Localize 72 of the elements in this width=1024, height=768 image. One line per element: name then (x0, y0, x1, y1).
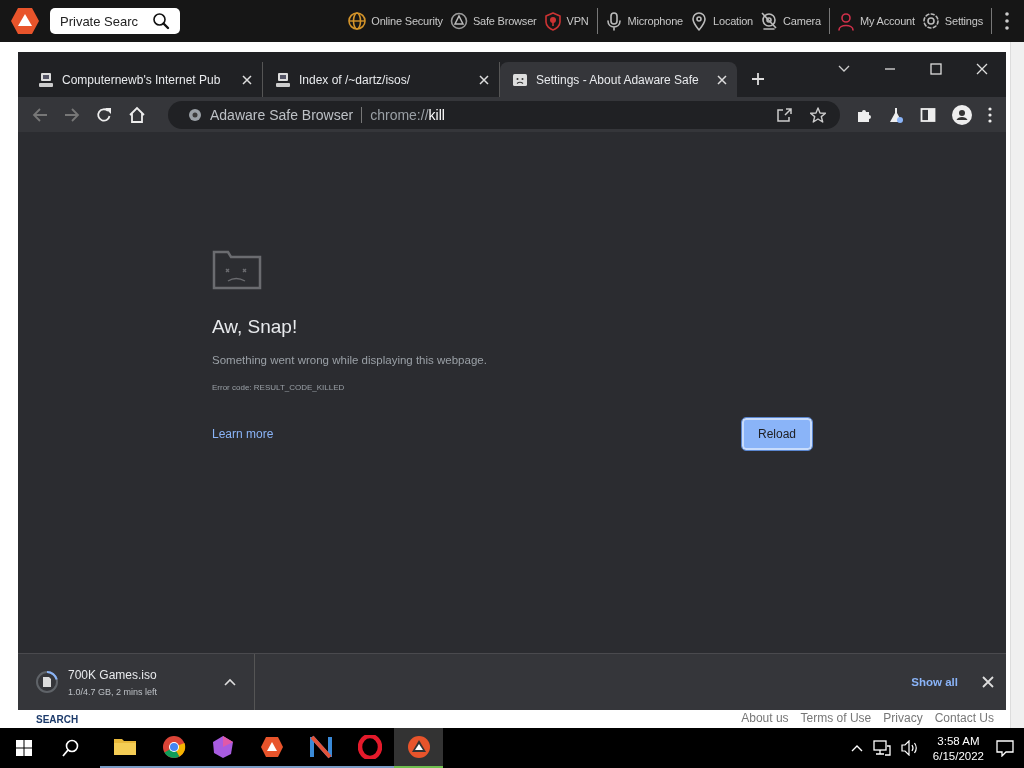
chevron-up-icon[interactable] (850, 744, 863, 752)
scrollbar[interactable] (1010, 42, 1024, 728)
close-icon[interactable] (976, 62, 988, 75)
download-status-text: 1.0/4.7 GB, 2 mins left (68, 686, 159, 697)
close-icon[interactable] (717, 74, 727, 85)
footer-link[interactable]: About us (741, 711, 789, 725)
more-icon[interactable] (988, 106, 992, 123)
site-name: Adaware Safe Browser (210, 106, 354, 123)
computer-icon (275, 71, 291, 88)
close-icon[interactable] (479, 74, 489, 85)
footer-link[interactable]: Privacy (883, 711, 923, 725)
more-icon[interactable] (1004, 11, 1010, 31)
site-info-icon[interactable] (188, 107, 202, 122)
user-icon[interactable] (836, 11, 856, 31)
side-panel-icon[interactable] (920, 106, 936, 123)
network-icon[interactable] (872, 740, 891, 756)
windows-icon[interactable] (16, 740, 32, 756)
menu-link[interactable]: Location (713, 15, 754, 27)
browser-tab[interactable]: Settings - About Adaware Safe (500, 62, 737, 97)
computer-icon (38, 71, 54, 88)
error-code: Error code: RESULT_CODE_KILLED (212, 383, 346, 392)
search-field[interactable]: Private Searc (50, 8, 180, 34)
close-icon[interactable] (982, 676, 994, 688)
globe-icon[interactable] (347, 11, 368, 31)
caret-up-icon[interactable] (224, 678, 236, 686)
learn-more-link[interactable]: Learn more (212, 427, 274, 441)
close-icon[interactable] (242, 74, 252, 85)
star-icon[interactable] (810, 106, 826, 123)
profile-icon[interactable] (952, 104, 972, 125)
sad-folder-icon (212, 248, 262, 290)
forward-arrow-icon[interactable] (64, 106, 80, 123)
speaker-icon[interactable] (900, 740, 919, 756)
footer-link[interactable]: Terms of Use (800, 711, 872, 725)
gear-icon[interactable] (920, 11, 941, 31)
address-bar[interactable]: Adaware Safe Browser chrome://kill (168, 100, 840, 129)
menu-link[interactable]: Settings (944, 15, 983, 27)
search-icon[interactable] (152, 12, 170, 30)
chevron-down-icon[interactable] (838, 64, 850, 73)
camera-off-icon[interactable] (759, 11, 780, 31)
menu-link[interactable]: Safe Browser (472, 15, 537, 27)
sad-page-icon (512, 71, 528, 88)
maximize-icon[interactable] (930, 62, 942, 75)
share-icon[interactable] (776, 106, 792, 123)
notification-icon[interactable] (996, 739, 1014, 757)
file-download-icon (36, 671, 58, 693)
logo-text: SEARCH (36, 714, 79, 725)
plus-icon[interactable] (751, 72, 765, 86)
url-text: chrome://kill (370, 106, 445, 123)
logo-icon (406, 735, 431, 759)
menu-link[interactable]: Microphone (627, 15, 684, 27)
hexagon-icon (210, 735, 235, 759)
show-all-button[interactable]: Show all (903, 670, 966, 694)
footer-link[interactable]: Contact Us (934, 711, 994, 725)
reload-button[interactable]: Reload (742, 418, 812, 450)
opera-logo-icon (357, 735, 382, 759)
back-arrow-icon[interactable] (32, 106, 48, 123)
home-icon[interactable] (128, 105, 146, 124)
n-logo-icon (308, 735, 333, 759)
menu-link[interactable]: My Account (860, 15, 915, 27)
reload-icon[interactable] (96, 106, 112, 123)
menu-link[interactable]: VPN (566, 15, 589, 27)
search-icon[interactable] (62, 739, 80, 757)
flask-icon[interactable] (888, 106, 904, 123)
menu-link[interactable]: Online Security (371, 15, 443, 27)
browser-logo-icon (161, 735, 186, 759)
error-message: Something went wrong while displaying this webpage. (212, 354, 488, 366)
error-title: Aw, Snap! (212, 316, 299, 338)
menu-link[interactable]: Camera (783, 15, 821, 27)
file-name: 700K Games.iso (68, 667, 158, 682)
logo-icon[interactable] (10, 6, 40, 36)
clock[interactable]: 3:58 AM 6/15/2022 (932, 734, 984, 762)
logo-icon (259, 735, 284, 759)
